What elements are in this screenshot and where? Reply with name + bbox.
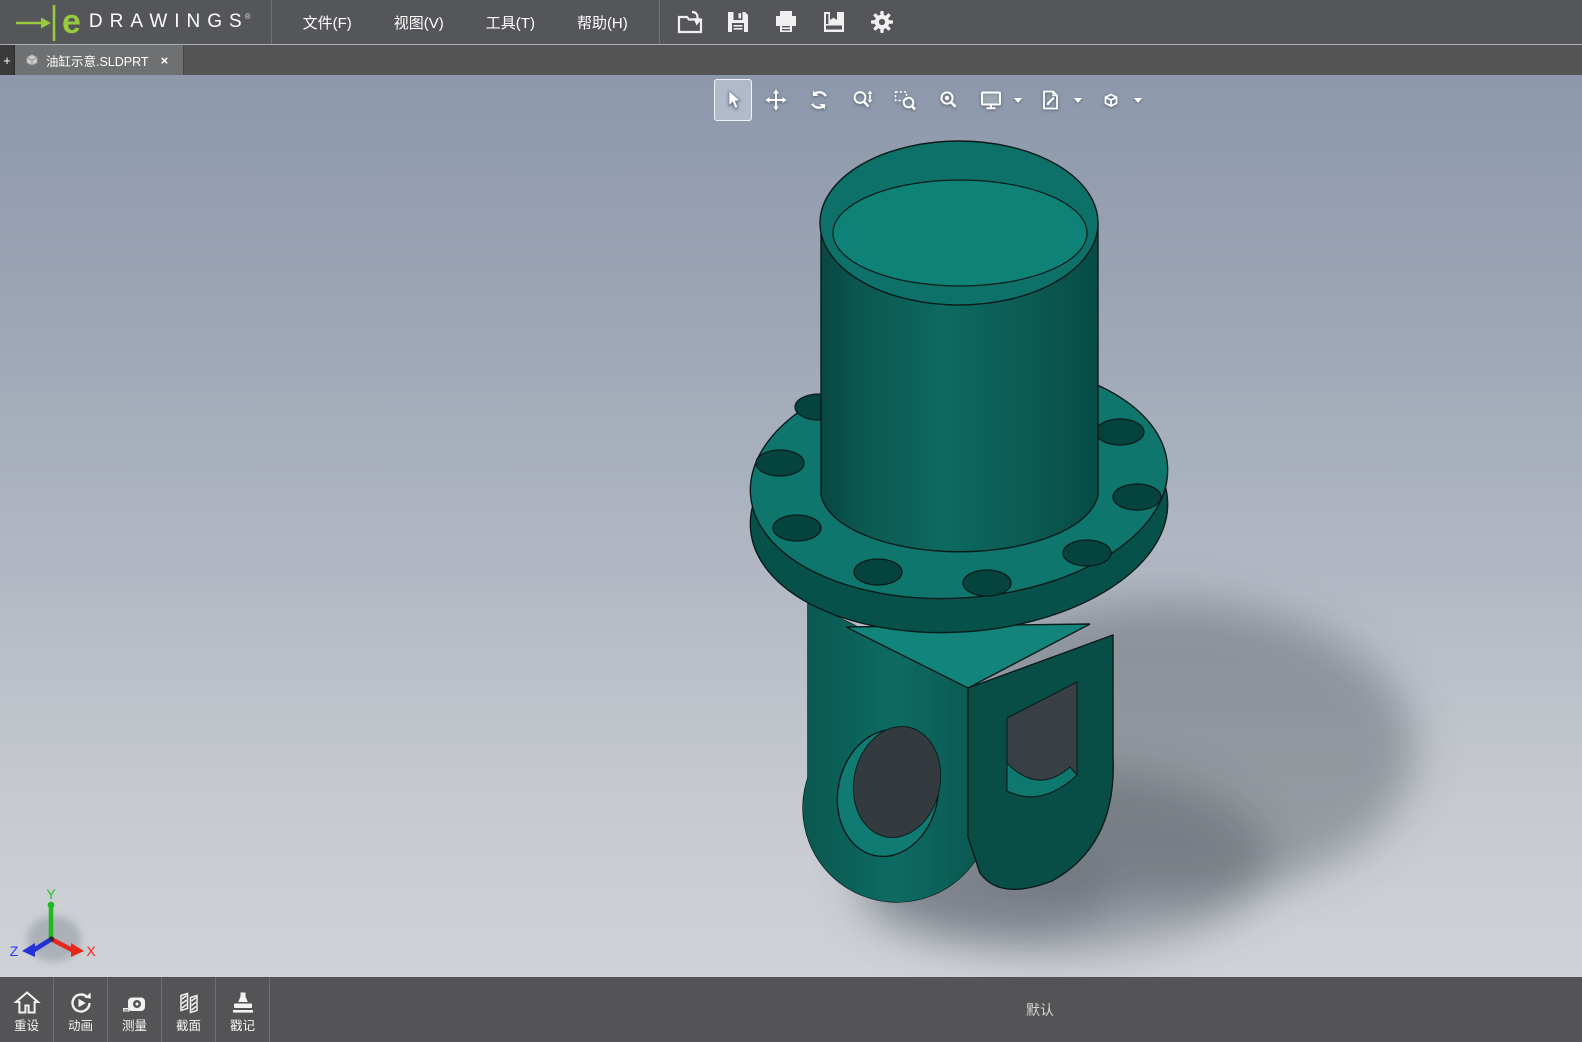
display-mode-dropdown[interactable] xyxy=(1014,97,1022,103)
axes-triad: Y X Z xyxy=(10,886,96,962)
measure-tape-icon xyxy=(122,997,145,1012)
print-icon xyxy=(775,11,796,32)
settings-gear-icon xyxy=(870,11,893,33)
model-cylinder-top-face[interactable] xyxy=(832,179,1088,287)
edrawings-arrow-icon xyxy=(16,5,56,41)
y-axis-label: Y xyxy=(46,886,56,902)
markup-button[interactable] xyxy=(1032,79,1070,121)
stamp-icon xyxy=(232,992,253,1013)
select-cursor-icon xyxy=(728,90,741,109)
logo-text: DRAWINGS xyxy=(88,11,249,32)
pan-tool-button[interactable] xyxy=(757,79,795,121)
graphics-viewport[interactable]: Y X Z xyxy=(0,75,1582,977)
animation-button[interactable]: 动画 xyxy=(54,977,108,1042)
bottom-toolbar: 重设 动画 测量 截面 戳记 默认 xyxy=(0,977,1582,1042)
logo-letter: e xyxy=(62,3,81,41)
new-tab-button[interactable]: + xyxy=(0,45,15,75)
views-cube-icon xyxy=(1104,93,1118,108)
measure-label: 测量 xyxy=(121,1018,147,1033)
tab-close-button[interactable]: × xyxy=(155,52,175,69)
tab-title: 油缸示意.SLDPRT xyxy=(46,54,149,69)
menu-bar: e DRAWINGS ® 文件(F) 视图(V) 工具(T) 帮助(H) xyxy=(0,0,1582,44)
zoom-area-icon xyxy=(894,91,916,111)
zoom-in-out-icon xyxy=(853,90,873,108)
document-tab[interactable]: 油缸示意.SLDPRT × xyxy=(15,45,185,75)
part-cube-icon xyxy=(26,54,38,66)
markup-dropdown[interactable] xyxy=(1074,97,1082,103)
display-monitor-icon xyxy=(981,91,1001,110)
rotate-arrows-icon xyxy=(811,90,827,110)
model-scene[interactable]: Y X Z xyxy=(0,75,1582,977)
stamp-label: 戳记 xyxy=(229,1018,255,1033)
edrawings-logo: e DRAWINGS ® xyxy=(0,0,271,44)
standard-views-dropdown[interactable] xyxy=(1134,97,1142,103)
menu-view[interactable]: 视图(V) xyxy=(373,0,465,44)
section-button[interactable]: 截面 xyxy=(162,977,216,1042)
zoom-tool-button[interactable] xyxy=(843,79,881,121)
markup-page-icon xyxy=(1043,90,1058,110)
model-cylinder[interactable] xyxy=(819,140,1099,553)
menu-help[interactable]: 帮助(H) xyxy=(556,0,649,44)
reset-label: 重设 xyxy=(13,1018,39,1033)
animation-label: 动画 xyxy=(67,1018,93,1033)
stamp-button[interactable]: 戳记 xyxy=(216,977,270,1042)
menu-items: 文件(F) 视图(V) 工具(T) 帮助(H) xyxy=(272,0,659,44)
settings-button[interactable] xyxy=(858,0,906,44)
edrawings-window: e DRAWINGS ® 文件(F) 视图(V) 工具(T) 帮助(H) + 油… xyxy=(0,0,1582,1042)
configuration-label: 默认 xyxy=(1026,1001,1054,1018)
zoom-fit-tool-button[interactable] xyxy=(929,79,967,121)
view-toolbar xyxy=(714,79,1152,121)
print-button[interactable] xyxy=(762,0,810,44)
save-button[interactable] xyxy=(714,0,762,44)
logo-registered-mark: ® xyxy=(244,11,251,21)
animation-icon xyxy=(70,992,91,1013)
save-icon xyxy=(727,12,748,32)
select-tool-button[interactable] xyxy=(714,79,752,121)
menu-tools[interactable]: 工具(T) xyxy=(465,0,556,44)
zoom-fit-icon xyxy=(940,91,957,108)
x-axis-label: X xyxy=(86,943,96,959)
menu-file[interactable]: 文件(F) xyxy=(282,0,373,44)
open-file-icon xyxy=(677,10,702,34)
section-cut-icon xyxy=(179,992,198,1014)
publish-box-icon xyxy=(823,12,844,32)
standard-views-button[interactable] xyxy=(1092,79,1130,121)
pan-arrows-icon xyxy=(765,89,787,111)
display-mode-button[interactable] xyxy=(972,79,1010,121)
z-axis-label: Z xyxy=(10,943,19,959)
publish-box-button[interactable] xyxy=(810,0,858,44)
zoom-area-tool-button[interactable] xyxy=(886,79,924,121)
reset-button[interactable]: 重设 xyxy=(0,977,54,1042)
measure-button[interactable]: 测量 xyxy=(108,977,162,1042)
tab-bar: + 油缸示意.SLDPRT × xyxy=(0,44,1582,75)
open-file-button[interactable] xyxy=(666,0,714,44)
quick-toolbar xyxy=(660,0,912,44)
home-icon xyxy=(12,990,41,1014)
rotate-tool-button[interactable] xyxy=(800,79,838,121)
section-label: 截面 xyxy=(175,1018,201,1033)
